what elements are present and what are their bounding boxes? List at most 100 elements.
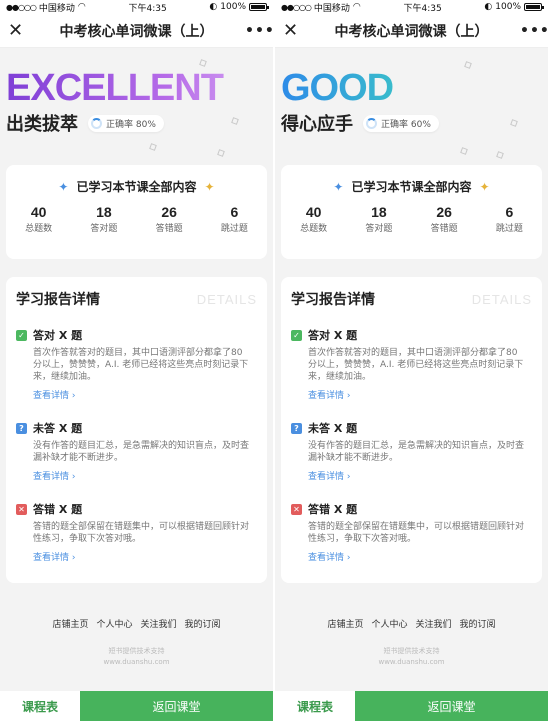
powered-by: 短书提供技术支持 bbox=[383, 647, 440, 655]
confetti-icon bbox=[199, 59, 207, 67]
footer-link-shop[interactable]: 店铺主页 bbox=[52, 617, 88, 630]
battery-label: 100% bbox=[220, 2, 246, 12]
detail-item-unanswered: ? 未答 X 题 没有作答的题目汇总，是急需解决的知识盲点，及时查漏补缺才能不断… bbox=[291, 420, 532, 483]
status-time: 下午4:35 bbox=[403, 3, 442, 14]
grade-label: 出类拔萃 bbox=[6, 114, 78, 135]
stat-label: 总题数 bbox=[25, 224, 53, 234]
sparkle-left-icon: ✦ bbox=[333, 179, 344, 194]
wifi-icon: ◠ bbox=[77, 2, 86, 12]
detail-item-correct: ✓ 答对 X 题 首次作答就答对的题目，其中口语测评部分都拿了80分以上，赞赞赞… bbox=[16, 327, 257, 402]
more-icon[interactable]: ••• bbox=[520, 23, 548, 39]
summary-title: 已学习本节课全部内容 bbox=[351, 180, 472, 194]
confetti-icon bbox=[460, 147, 468, 155]
grade-label: 得心应手 bbox=[281, 114, 353, 135]
wifi-icon: ◠ bbox=[352, 2, 361, 12]
footer-links: 店铺主页 个人中心 关注我们 我的订阅 bbox=[0, 617, 273, 630]
item-description: 首次作答就答对的题目，其中口语测评部分都拿了80分以上，赞赞赞，A.I. 老师已… bbox=[33, 348, 249, 382]
stat-value: 18 bbox=[96, 204, 112, 220]
sparkle-right-icon: ✦ bbox=[204, 179, 215, 194]
detail-item-wrong: ✕ 答错 X 题 答错的题全部保留在错题集中，可以根据错题回顾针对性练习，争取下… bbox=[16, 501, 257, 564]
close-icon[interactable]: ✕ bbox=[8, 20, 28, 41]
grade-word: GOOD bbox=[281, 68, 548, 108]
nav-bar: ✕ 中考核心单词微课（上） ••• bbox=[275, 14, 548, 48]
stat-value: 6 bbox=[230, 204, 239, 220]
accuracy-text: 正确率 60% bbox=[381, 119, 431, 130]
item-title: 未答 X 题 bbox=[308, 422, 358, 435]
stat-correct: 18 答对题 bbox=[346, 204, 411, 234]
stat-value: 40 bbox=[305, 204, 322, 220]
view-details-link[interactable]: 查看详情 › bbox=[16, 388, 75, 401]
battery-label: 100% bbox=[495, 2, 521, 12]
question-icon: ? bbox=[16, 422, 27, 434]
stat-value: 40 bbox=[30, 204, 47, 220]
status-bar: ●●○○○ 中国移动 ◠ 下午4:35 ◐ 100% bbox=[0, 0, 273, 14]
item-title: 答对 X 题 bbox=[308, 329, 358, 342]
battery-icon bbox=[249, 3, 269, 11]
stat-label: 跳过题 bbox=[495, 224, 523, 234]
accuracy-ring-icon bbox=[91, 117, 102, 129]
result-hero: GOOD 得心应手 正确率 60% bbox=[275, 48, 548, 165]
stat-wrong: 26 答错题 bbox=[137, 204, 202, 234]
stat-value: 26 bbox=[161, 204, 177, 220]
accuracy-badge: 正确率 80% bbox=[88, 114, 164, 132]
summary-title: 已学习本节课全部内容 bbox=[76, 180, 197, 194]
lock-icon: ◐ bbox=[209, 2, 218, 12]
stat-correct: 18 答对题 bbox=[71, 204, 136, 234]
stat-label: 答错题 bbox=[155, 224, 183, 234]
question-icon: ? bbox=[291, 422, 302, 434]
return-to-class-button[interactable]: 返回课堂 bbox=[355, 691, 548, 721]
item-description: 首次作答就答对的题目，其中口语测评部分都拿了80分以上，赞赞赞，A.I. 老师已… bbox=[308, 348, 524, 382]
stat-label: 答对题 bbox=[365, 224, 393, 234]
schedule-button[interactable]: 课程表 bbox=[0, 691, 80, 721]
footer-link-profile[interactable]: 个人中心 bbox=[96, 617, 132, 630]
footer-link-shop[interactable]: 店铺主页 bbox=[327, 617, 363, 630]
footer-link-profile[interactable]: 个人中心 bbox=[371, 617, 407, 630]
return-to-class-button[interactable]: 返回课堂 bbox=[80, 691, 273, 721]
stat-total: 40 总题数 bbox=[281, 204, 346, 234]
footer-link-follow[interactable]: 关注我们 bbox=[141, 617, 177, 630]
view-details-link[interactable]: 查看详情 › bbox=[16, 550, 75, 563]
view-details-link[interactable]: 查看详情 › bbox=[291, 388, 350, 401]
view-details-link[interactable]: 查看详情 › bbox=[16, 469, 75, 482]
details-watermark: DETAILS bbox=[471, 291, 532, 307]
item-title: 未答 X 题 bbox=[33, 422, 83, 435]
bottom-bar: 课程表 返回课堂 bbox=[275, 691, 548, 721]
status-bar: ●●○○○ 中国移动 ◠ 下午4:35 ◐ 100% bbox=[275, 0, 548, 14]
item-title: 答错 X 题 bbox=[308, 503, 358, 516]
stats-row: 40 总题数 18 答对题 26 答错题 6 跳过题 bbox=[6, 204, 267, 234]
view-details-link[interactable]: 查看详情 › bbox=[291, 469, 350, 482]
powered-by: 短书提供技术支持 bbox=[108, 647, 165, 655]
status-time: 下午4:35 bbox=[128, 3, 167, 14]
stat-skipped: 6 跳过题 bbox=[477, 204, 542, 234]
powered-domain: www.duanshu.com bbox=[103, 658, 170, 666]
footer-link-follow[interactable]: 关注我们 bbox=[416, 617, 452, 630]
stat-label: 答错题 bbox=[430, 224, 458, 234]
signal-icon: ●●○○○ bbox=[6, 2, 37, 12]
check-icon: ✓ bbox=[291, 329, 302, 341]
footer-link-subscriptions[interactable]: 我的订阅 bbox=[460, 617, 496, 630]
detail-item-unanswered: ? 未答 X 题 没有作答的题目汇总，是急需解决的知识盲点，及时查漏补缺才能不断… bbox=[16, 420, 257, 483]
close-icon[interactable]: ✕ bbox=[283, 20, 303, 41]
confetti-icon bbox=[149, 143, 157, 151]
grade-word: EXCELLENT bbox=[6, 68, 273, 108]
sparkle-left-icon: ✦ bbox=[58, 179, 69, 194]
accuracy-ring-icon bbox=[366, 117, 377, 129]
view-details-link[interactable]: 查看详情 › bbox=[291, 550, 350, 563]
item-title: 答对 X 题 bbox=[33, 329, 83, 342]
stat-wrong: 26 答错题 bbox=[412, 204, 477, 234]
more-icon[interactable]: ••• bbox=[245, 23, 273, 39]
footer-links: 店铺主页 个人中心 关注我们 我的订阅 bbox=[275, 617, 548, 630]
item-description: 没有作答的题目汇总，是急需解决的知识盲点，及时查漏补缺才能不断进步。 bbox=[33, 441, 250, 463]
powered-domain: www.duanshu.com bbox=[378, 658, 445, 666]
schedule-button[interactable]: 课程表 bbox=[275, 691, 355, 721]
stat-label: 跳过题 bbox=[220, 224, 248, 234]
item-description: 没有作答的题目汇总，是急需解决的知识盲点，及时查漏补缺才能不断进步。 bbox=[308, 441, 525, 463]
battery-icon bbox=[524, 3, 544, 11]
footer-link-subscriptions[interactable]: 我的订阅 bbox=[185, 617, 221, 630]
details-title: 学习报告详情 bbox=[16, 292, 100, 308]
carrier-label: 中国移动 bbox=[38, 3, 75, 14]
nav-bar: ✕ 中考核心单词微课（上） ••• bbox=[0, 14, 273, 48]
carrier-label: 中国移动 bbox=[313, 3, 350, 14]
bottom-bar: 课程表 返回课堂 bbox=[0, 691, 273, 721]
cross-icon: ✕ bbox=[16, 503, 27, 515]
